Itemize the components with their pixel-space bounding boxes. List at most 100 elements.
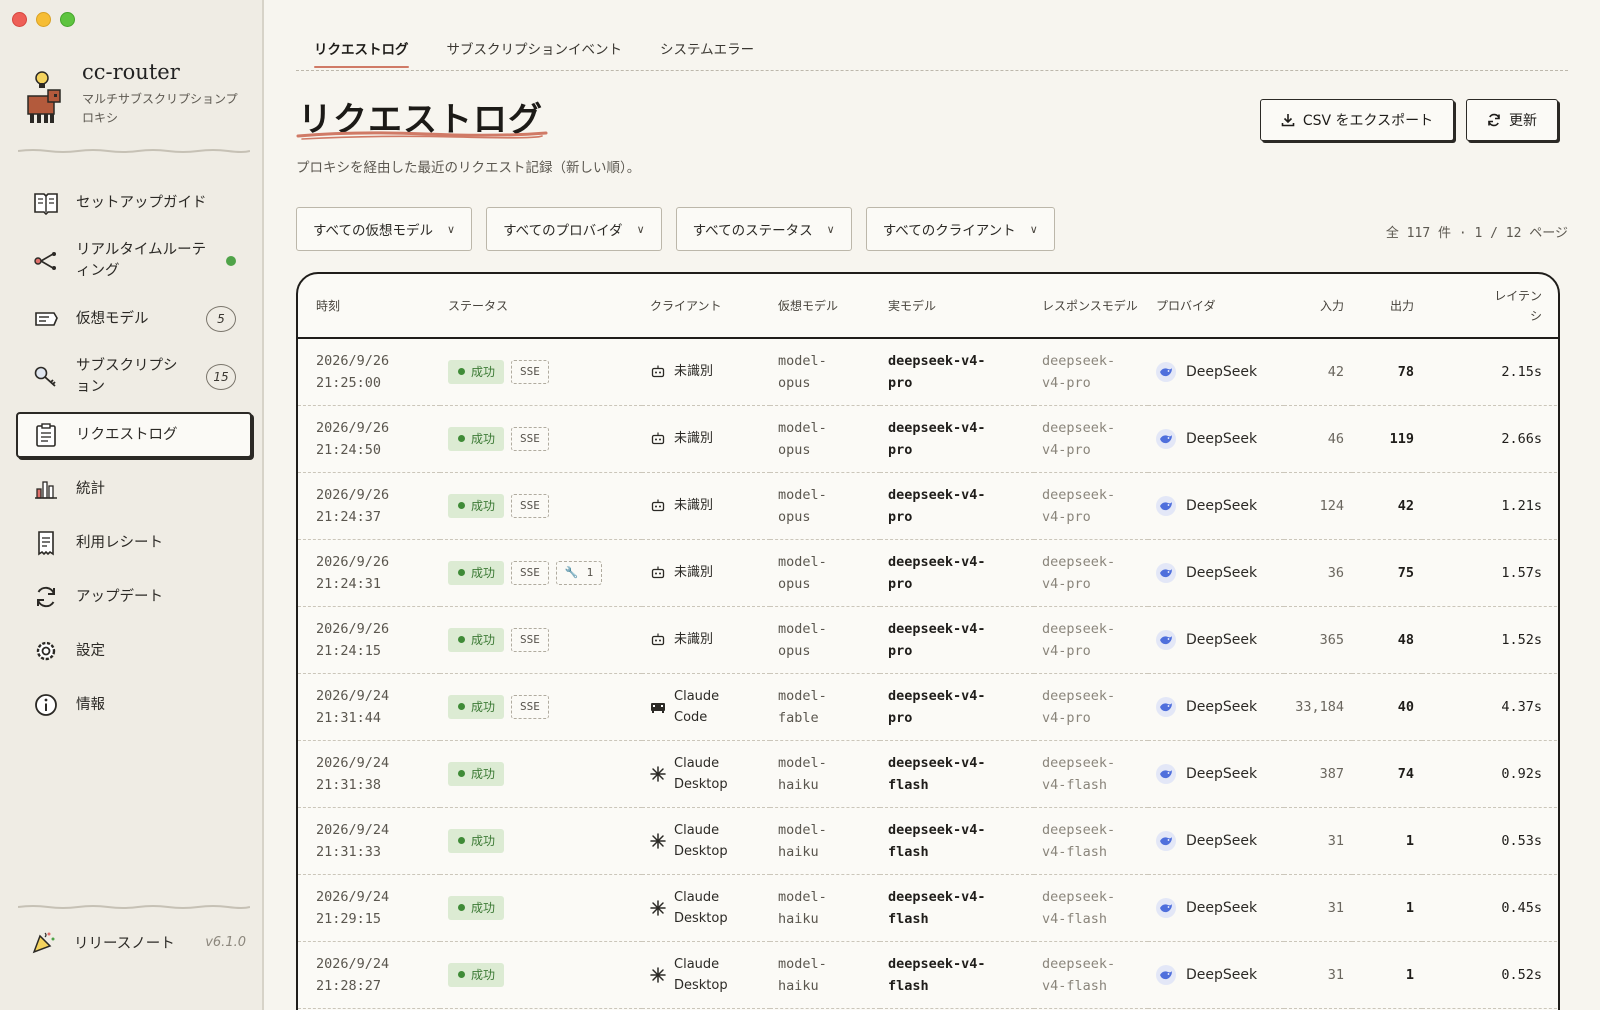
provider-name: DeepSeek xyxy=(1186,497,1258,514)
status-text: 成功 xyxy=(471,968,496,982)
filter-label: すべてのクライアント xyxy=(882,223,1016,239)
time-date: 2026/9/24 xyxy=(316,821,390,838)
table-row[interactable]: 2026/9/26 21:24:15 成功 SSE 未識別 model-opus deeps… xyxy=(298,606,1558,673)
claude-desktop-icon xyxy=(650,765,666,782)
resp-line2: v4-flash xyxy=(1042,910,1108,927)
column-header-provider[interactable]: プロバイダ xyxy=(1148,274,1284,338)
filter-client-select[interactable]: すべてのクライアント ∨ xyxy=(865,207,1055,251)
column-header-status[interactable]: ステータス xyxy=(440,274,642,338)
cell-real-model: deepseek-v4- pro xyxy=(880,606,1034,673)
table-row[interactable]: 2026/9/26 21:24:31 成功 SSE 🔧 1 未識別 model-opus dee… xyxy=(298,539,1558,606)
cell-client: 未識別 xyxy=(642,472,770,539)
client-name: 未識別 xyxy=(674,364,714,380)
cell-provider: DeepSeek xyxy=(1148,405,1284,472)
tab-request-log[interactable]: リクエストログ xyxy=(314,38,409,68)
filter-status-select[interactable]: すべてのステータス ∨ xyxy=(675,207,852,251)
app-subtitle: マルチサブスクリプションプロキシ xyxy=(82,92,238,125)
filter-provider-select[interactable]: すべてのプロバイダ ∨ xyxy=(486,207,662,251)
time-clock: 21:24:37 xyxy=(316,508,382,525)
sidebar-item-info[interactable]: 情報 xyxy=(16,682,252,728)
cell-latency: 2.66s xyxy=(1501,430,1542,447)
book-icon xyxy=(32,189,60,217)
deepseek-icon xyxy=(1156,964,1176,985)
sidebar-item-statistics[interactable]: 統計 xyxy=(16,466,252,512)
table-row[interactable]: 2026/9/26 21:24:37 成功 SSE 未識別 model-opus deeps… xyxy=(298,472,1558,539)
cell-output-tokens: 48 xyxy=(1397,631,1414,648)
table-row[interactable]: 2026/9/26 21:25:00 成功 SSE 未識別 model-opus deeps… xyxy=(298,338,1558,405)
sidebar-item-settings[interactable]: 設定 xyxy=(16,628,252,674)
column-header-latency[interactable]: レイテンシ xyxy=(1422,274,1558,338)
title-underline xyxy=(296,131,548,140)
cell-real-model: deepseek-v4- pro xyxy=(880,673,1034,740)
resp-line1: deepseek- xyxy=(1042,955,1116,972)
cell-time: 2026/9/26 21:24:31 xyxy=(298,539,440,606)
column-header-real-model[interactable]: 実モデル xyxy=(880,274,1034,338)
sidebar-item-usage-receipt[interactable]: 利用レシート xyxy=(16,520,252,566)
table-row[interactable]: 2026/9/24 21:29:15 成功 Claude Desktop model-ha… xyxy=(298,874,1558,941)
sidebar-item-realtime-routing[interactable]: リアルタイムルーティング xyxy=(16,234,252,288)
tab-subscription-events[interactable]: サブスクリプションイベント xyxy=(447,38,623,68)
receipt-icon xyxy=(32,529,60,557)
sidebar-item-label: アップデート xyxy=(76,588,163,605)
close-window-button[interactable] xyxy=(12,12,27,27)
rm-line1: deepseek-v4- xyxy=(888,687,986,704)
rm-line2: pro xyxy=(888,441,913,458)
cell-output-tokens: 40 xyxy=(1397,698,1414,715)
table-row[interactable]: 2026/9/24 21:31:38 成功 Claude Desktop model-ha… xyxy=(298,740,1558,807)
refresh-button[interactable]: 更新 xyxy=(1466,99,1558,141)
resp-line2: v4-pro xyxy=(1042,374,1091,391)
cell-input-tokens: 31 xyxy=(1327,832,1344,849)
table-row[interactable]: 2026/9/24 21:31:44 成功 SSE Claude Code model-fa… xyxy=(298,673,1558,740)
vm-line1: model- xyxy=(778,419,827,436)
minimize-window-button[interactable] xyxy=(36,12,51,27)
sidebar-item-subscriptions[interactable]: サブスクリプション 15 xyxy=(16,350,252,404)
model-icon xyxy=(32,305,60,333)
column-header-response-model[interactable]: レスポンスモデル xyxy=(1034,274,1148,338)
status-success-badge: 成功 xyxy=(448,761,505,786)
release-notes-link[interactable]: リリースノート v6.1.0 xyxy=(30,928,246,956)
sidebar-item-request-log[interactable]: リクエストログ xyxy=(16,412,252,458)
app-name: cc-router xyxy=(82,60,180,84)
sidebar-item-virtual-models[interactable]: 仮想モデル 5 xyxy=(16,296,252,342)
cell-response-model: deepseek-v4-flash xyxy=(1034,807,1148,874)
download-icon xyxy=(1281,114,1295,127)
cell-status: 成功 xyxy=(440,807,642,874)
column-header-virtual-model[interactable]: 仮想モデル xyxy=(770,274,880,338)
status-success-badge: 成功 xyxy=(448,359,505,384)
status-dot-icon xyxy=(458,904,465,911)
table-row[interactable]: 2026/9/24 21:31:33 成功 Claude Desktop model-ha… xyxy=(298,807,1558,874)
table-row[interactable]: 2026/9/24 21:28:27 成功 Claude Desktop model-ha… xyxy=(298,941,1558,1008)
sidebar-item-setup-guide[interactable]: セットアップガイド xyxy=(16,180,252,226)
request-log-table: 時刻 ステータス クライアント 仮想モデル 実モデル レスポンスモデル プロバイ… xyxy=(296,272,1560,1010)
filter-virtual-model-select[interactable]: すべての仮想モデル ∨ xyxy=(296,207,473,251)
sidebar-item-updates[interactable]: アップデート xyxy=(16,574,252,620)
status-dot-icon xyxy=(458,636,465,643)
provider-name: DeepSeek xyxy=(1186,430,1258,447)
live-status-dot xyxy=(226,256,236,266)
rm-line2: pro xyxy=(888,508,913,525)
cell-output-tokens: 119 xyxy=(1389,430,1414,447)
cell-status: 成功 SSE xyxy=(440,338,642,405)
tab-system-errors[interactable]: システムエラー xyxy=(660,38,754,68)
cell-input-tokens: 31 xyxy=(1327,899,1344,916)
refresh-label: 更新 xyxy=(1509,113,1537,129)
sidebar-item-label: 仮想モデル xyxy=(76,310,149,327)
cell-real-model: deepseek-v4- flash xyxy=(880,941,1034,1008)
table-row[interactable]: 2026/9/26 21:24:50 成功 SSE 未識別 model-opus deeps… xyxy=(298,405,1558,472)
cell-latency: 0.52s xyxy=(1501,966,1542,983)
rm-line2: flash xyxy=(888,843,929,860)
resp-line2: v4-flash xyxy=(1042,776,1108,793)
cell-provider: DeepSeek xyxy=(1148,673,1284,740)
column-header-input[interactable]: 入力 xyxy=(1284,274,1352,338)
sidebar-divider xyxy=(18,905,250,909)
column-header-client[interactable]: クライアント xyxy=(642,274,770,338)
robot-icon xyxy=(650,365,666,378)
cell-response-model: deepseek-v4-flash xyxy=(1034,740,1148,807)
column-header-time[interactable]: 時刻 xyxy=(298,274,440,338)
clipboard-icon xyxy=(32,421,60,449)
deepseek-icon xyxy=(1156,897,1176,918)
status-text: 成功 xyxy=(471,834,496,848)
column-header-output[interactable]: 出力 xyxy=(1352,274,1422,338)
zoom-window-button[interactable] xyxy=(60,12,75,27)
export-csv-button[interactable]: CSV をエクスポート xyxy=(1260,99,1454,141)
